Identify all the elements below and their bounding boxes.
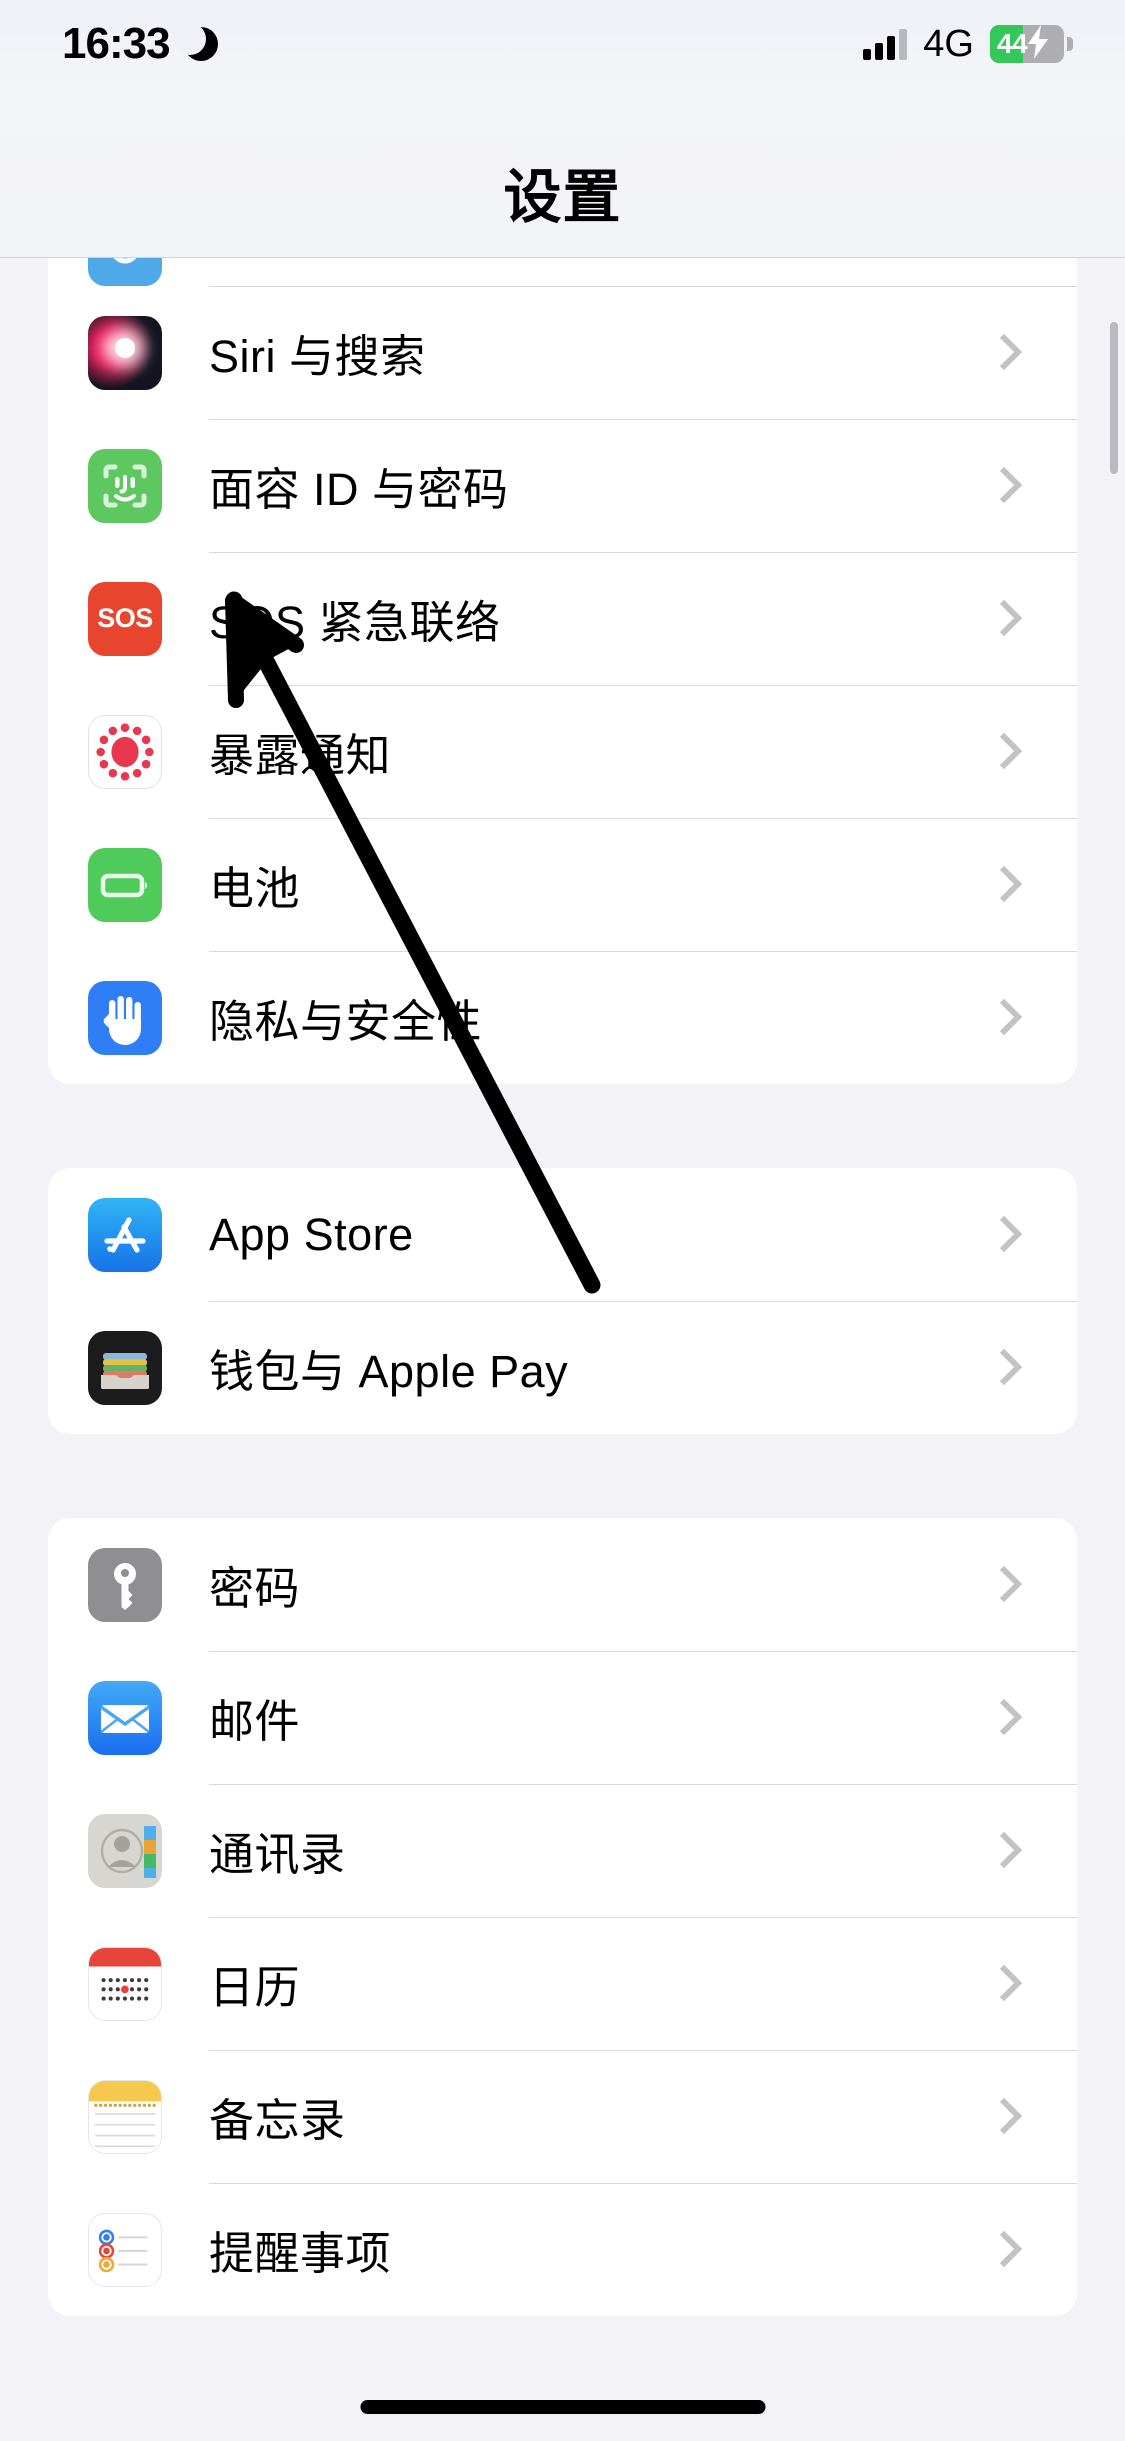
siri-icon [88,315,162,390]
nav-bar-separator [0,257,1125,258]
settings-row-label: 密码 [209,1563,301,1614]
group-gap [0,1434,1125,1518]
face-id-icon [88,448,162,523]
settings-row-wallet[interactable]: 钱包与 Apple Pay [48,1301,1077,1434]
chevron-right-icon [989,742,1009,762]
charging-bolt-icon [1025,25,1051,63]
app-store-icon [88,1197,162,1272]
chevron-right-icon [989,1841,1009,1861]
settings-row-label: 隐私与安全性 [209,996,483,1047]
battery-nub [1067,37,1073,51]
settings-row-privacy-hand[interactable]: 隐私与安全性 [48,951,1077,1084]
notes-icon [88,2079,162,2154]
store-group: App Store 钱包与 Apple Pay [48,1168,1077,1434]
battery-status-icon: 44 [990,25,1073,63]
chevron-right-icon [989,1974,1009,1994]
security-group: Siri 与搜索 面容 ID 与密码 SOS SOS 紧急联络 暴露通知 电池 [48,258,1077,1084]
settings-row-face-id[interactable]: 面容 ID 与密码 [48,419,1077,552]
status-bar: 16:33 4G 44 [0,0,1125,88]
settings-row-label: 面容 ID 与密码 [209,464,509,515]
settings-row-label: Siri 与搜索 [209,331,426,382]
home-indicator [360,2400,765,2414]
page-title: 设置 [503,165,622,230]
settings-row-label: 提醒事项 [209,2228,392,2279]
settings-row-exposure-notification[interactable]: 暴露通知 [48,685,1077,818]
settings-scroll-view[interactable]: Siri 与搜索 面容 ID 与密码 SOS SOS 紧急联络 暴露通知 电池 [0,258,1125,2436]
settings-row-label: 日历 [209,1962,301,2013]
settings-row-notes[interactable]: 备忘录 [48,2050,1077,2183]
settings-row-label: 暴露通知 [209,730,392,781]
status-clock: 16:33 [62,19,171,68]
settings-row-label: 钱包与 Apple Pay [209,1346,569,1397]
chevron-right-icon [989,1008,1009,1028]
chevron-right-icon [989,2107,1009,2127]
calendar-icon [88,1946,162,2021]
chevron-right-icon [989,1225,1009,1245]
cut-off-blue-icon [88,258,162,286]
settings-row-label: SOS 紧急联络 [209,597,501,648]
chevron-right-icon [989,1575,1009,1595]
battery-body: 44 [990,25,1064,63]
crescent-moon-icon [173,23,218,61]
settings-row-label: 备忘录 [209,2095,346,2146]
sos-icon-text: SOS [97,603,153,633]
sos-emergency-icon: SOS [88,581,162,656]
settings-row-reminders[interactable]: 提醒事项 [48,2183,1077,2316]
contacts-icon [88,1813,162,1888]
settings-row-label: App Store [209,1208,414,1260]
group-gap [0,1084,1125,1168]
settings-row-sos-emergency[interactable]: SOS SOS 紧急联络 [48,552,1077,685]
exposure-notification-icon [88,714,162,789]
settings-row-contacts[interactable]: 通讯录 [48,1784,1077,1917]
chevron-right-icon [989,476,1009,496]
settings-row-battery[interactable]: 电池 [48,818,1077,951]
chevron-right-icon [989,343,1009,363]
wallet-icon [88,1330,162,1405]
settings-row-cut-off-blue[interactable] [48,258,1077,286]
status-bar-left: 16:33 [62,19,218,69]
settings-row-label: 电池 [209,863,301,914]
network-type-label: 4G [923,22,974,65]
settings-row-mail[interactable]: 邮件 [48,1651,1077,1784]
passwords-key-icon [88,1547,162,1622]
cellular-signal-icon [863,28,908,60]
settings-row-siri[interactable]: Siri 与搜索 [48,286,1077,419]
settings-row-label: 邮件 [209,1696,301,1747]
navigation-bar: 设置 [0,88,1125,258]
settings-row-calendar[interactable]: 日历 [48,1917,1077,2050]
mail-icon [88,1680,162,1755]
battery-percent-label: 44 [997,28,1028,59]
chevron-right-icon [989,609,1009,629]
chevron-right-icon [989,875,1009,895]
settings-row-passwords-key[interactable]: 密码 [48,1518,1077,1651]
apps-group: 密码 邮件 通讯录 日历 备忘录 提醒事项 [48,1518,1077,2316]
chevron-right-icon [989,1708,1009,1728]
status-bar-right: 4G 44 [863,23,1073,66]
reminders-icon [88,2212,162,2287]
battery-icon [88,847,162,922]
privacy-hand-icon [88,980,162,1055]
chevron-right-icon [989,2240,1009,2260]
settings-row-label: 通讯录 [209,1829,346,1880]
vertical-scrollbar[interactable] [1110,322,1118,474]
chevron-right-icon [989,1358,1009,1378]
settings-row-app-store[interactable]: App Store [48,1168,1077,1301]
